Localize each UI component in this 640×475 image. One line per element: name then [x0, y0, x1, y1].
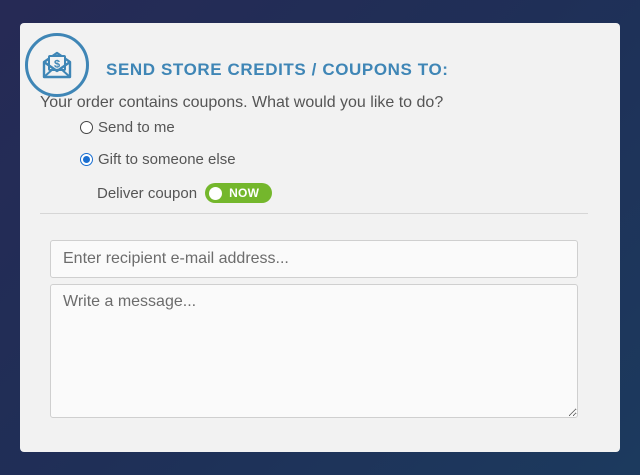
deliver-now-toggle[interactable]: NOW	[205, 183, 273, 203]
page-title: SEND STORE CREDITS / COUPONS TO:	[106, 60, 449, 79]
header-badge: $	[25, 33, 89, 97]
deliver-coupon-row: Deliver coupon NOW	[97, 183, 273, 203]
coupon-question: Your order contains coupons. What would …	[40, 94, 444, 111]
divider	[40, 213, 588, 214]
message-textarea[interactable]	[50, 284, 578, 418]
option-gift-to-someone[interactable]: Gift to someone else	[80, 151, 236, 168]
option-label: Send to me	[98, 119, 175, 136]
radio-gift-to-someone[interactable]	[80, 153, 93, 166]
toggle-knob	[209, 186, 223, 200]
coupon-card: $ SEND STORE CREDITS / COUPONS TO: Your …	[20, 23, 620, 452]
deliver-coupon-label: Deliver coupon	[97, 184, 198, 202]
option-label: Gift to someone else	[98, 151, 236, 168]
envelope-dollar-icon: $	[42, 51, 72, 79]
radio-send-to-me[interactable]	[80, 121, 93, 134]
recipient-email-input[interactable]	[50, 240, 578, 278]
option-send-to-me[interactable]: Send to me	[80, 119, 175, 136]
toggle-label: NOW	[229, 186, 260, 200]
